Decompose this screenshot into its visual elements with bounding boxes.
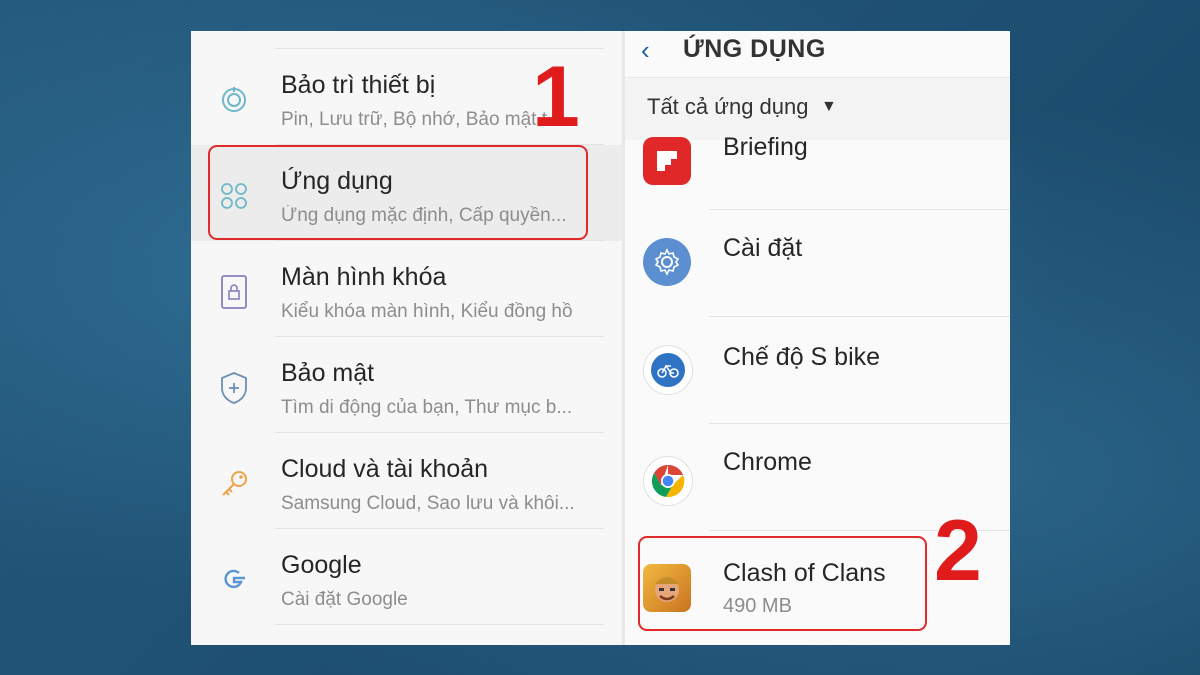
settings-item-security[interactable]: Bảo mật Tìm di động của bạn, Thư mục b..… [191,337,622,433]
app-item-settings[interactable]: Cài đặt [625,210,1010,317]
step-number-1: 1 [532,49,580,145]
back-arrow-icon[interactable]: ‹ [641,35,650,66]
settings-item-subtitle: Kiểu khóa màn hình, Kiểu đồng hồ [281,301,573,322]
settings-item-title: Bảo mật [281,359,375,387]
maintenance-icon [215,81,253,119]
settings-item-subtitle: Tìm di động của bạn, Thư mục b... [281,397,573,418]
settings-item-subtitle: Samsung Cloud, Sao lưu và khôi... [281,493,575,514]
app-name: Chế độ S bike [723,343,881,371]
key-icon [215,465,253,503]
lock-screen-icon [215,273,253,311]
settings-item-title: Google [281,551,362,579]
settings-item-title: Màn hình khóa [281,263,447,291]
step-number-2: 2 [934,503,982,599]
s-bike-icon [643,345,693,395]
highlight-box-clash-of-clans [638,536,927,631]
app-name: Briefing [723,133,808,161]
settings-item-subtitle: Cài đặt Google [281,589,408,610]
google-icon [215,561,253,599]
flipboard-icon [643,137,691,185]
app-name: Chrome [723,448,812,476]
filter-label: Tất cả ứng dụng [647,94,809,119]
caret-down-icon: ▼ [821,98,837,115]
app-name: Cài đặt [723,234,803,262]
settings-item-lock-screen[interactable]: Màn hình khóa Kiểu khóa màn hình, Kiểu đ… [191,241,622,337]
settings-item-title: Bảo trì thiết bị [281,71,436,99]
app-bar: ‹ ỨNG DỤNG [625,31,1010,75]
divider [275,624,604,625]
chrome-icon [643,456,693,506]
settings-item-cloud-accounts[interactable]: Cloud và tài khoản Samsung Cloud, Sao lư… [191,433,622,529]
settings-item-google[interactable]: Google Cài đặt Google [191,529,622,625]
shield-icon [215,369,253,407]
page-title: ỨNG DỤNG [683,35,826,63]
settings-gear-icon [643,238,691,286]
settings-item-title: Cloud và tài khoản [281,455,489,483]
highlight-box-apps [208,145,588,240]
app-filter-dropdown[interactable]: Tất cả ứng dụng ▼ [625,77,1010,140]
app-item-s-bike[interactable]: Chế độ S bike [625,317,1010,424]
